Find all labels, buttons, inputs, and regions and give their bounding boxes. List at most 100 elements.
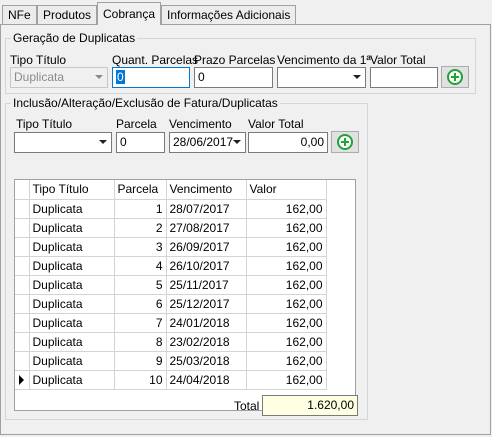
column-header-tipo-titulo[interactable]: Tipo Título xyxy=(29,180,115,200)
row-header[interactable] xyxy=(15,199,30,219)
cell-parcela: 8 xyxy=(114,332,167,352)
table-row[interactable]: Duplicata 10 24/04/2018 162,00 xyxy=(15,370,327,390)
cell-vencimento: 24/01/2018 xyxy=(166,313,247,333)
cell-vencimento: 24/04/2018 xyxy=(166,370,247,390)
cell-valor: 162,00 xyxy=(246,218,327,238)
row-header[interactable] xyxy=(15,218,30,238)
tipo-titulo-combo: Duplicata xyxy=(10,67,108,88)
valor-total-input[interactable] xyxy=(370,67,438,88)
chevron-down-icon xyxy=(95,75,103,79)
valor-total-label: Valor Total xyxy=(248,117,304,131)
prazo-parcelas-input[interactable]: 0 xyxy=(194,67,273,88)
prazo-parcelas-value: 0 xyxy=(198,70,205,84)
parcela-input[interactable]: 0 xyxy=(116,132,165,153)
cell-parcela: 5 xyxy=(114,275,167,295)
vencimento-label: Vencimento xyxy=(169,117,232,131)
table-row[interactable]: Duplicata 4 26/10/2017 162,00 xyxy=(15,256,327,276)
row-header[interactable] xyxy=(15,351,30,371)
cell-valor: 162,00 xyxy=(246,256,327,276)
cell-tipo: Duplicata xyxy=(29,294,115,314)
cell-vencimento: 28/07/2017 xyxy=(166,199,247,219)
cell-valor: 162,00 xyxy=(246,370,327,390)
cell-parcela: 2 xyxy=(114,218,167,238)
valor-total-label: Valor Total xyxy=(370,53,426,67)
row-header[interactable] xyxy=(15,332,30,352)
table-row[interactable]: Duplicata 9 25/03/2018 162,00 xyxy=(15,351,327,371)
column-header-valor[interactable]: Valor xyxy=(246,180,327,200)
cell-parcela: 7 xyxy=(114,313,167,333)
row-header[interactable] xyxy=(15,370,30,390)
group-title: Geração de Duplicatas xyxy=(11,31,138,45)
cell-valor: 162,00 xyxy=(246,237,327,257)
quant-parcelas-input[interactable]: 0 xyxy=(112,67,190,88)
duplicatas-grid[interactable]: Tipo Título Parcela Vencimento Valor Dup… xyxy=(14,179,356,411)
total-label: Total xyxy=(234,399,260,413)
tab-informacoes-adicionais[interactable]: Informações Adicionais xyxy=(161,5,297,25)
tipo-titulo-label: Tipo Título xyxy=(10,53,67,67)
tipo-titulo-value: Duplicata xyxy=(14,70,65,84)
cell-vencimento: 26/09/2017 xyxy=(166,237,247,257)
cell-parcela: 4 xyxy=(114,256,167,276)
row-header[interactable] xyxy=(15,256,30,276)
duplicatas-table: Tipo Título Parcela Vencimento Valor Dup… xyxy=(15,180,327,390)
group-title: Inclusão/Alteração/Exclusão de Fatura/Du… xyxy=(11,96,280,110)
tab-cobranca[interactable]: Cobrança xyxy=(97,2,162,25)
table-row[interactable]: Duplicata 8 23/02/2018 162,00 xyxy=(15,332,327,352)
chevron-down-icon xyxy=(99,140,107,144)
cell-parcela: 1 xyxy=(114,199,167,219)
cell-valor: 162,00 xyxy=(246,332,327,352)
cell-tipo: Duplicata xyxy=(29,332,115,352)
table-row[interactable]: Duplicata 1 28/07/2017 162,00 xyxy=(15,199,327,219)
cell-tipo: Duplicata xyxy=(29,256,115,276)
table-row[interactable]: Duplicata 7 24/01/2018 162,00 xyxy=(15,313,327,333)
cell-parcela: 6 xyxy=(114,294,167,314)
cell-valor: 162,00 xyxy=(246,294,327,314)
tab-label: NFe xyxy=(8,8,31,22)
cell-vencimento: 25/03/2018 xyxy=(166,351,247,371)
row-header[interactable] xyxy=(15,275,30,295)
add-circle-icon xyxy=(337,134,353,150)
total-value-field: 1.620,00 xyxy=(262,395,358,416)
table-row[interactable]: Duplicata 6 25/12/2017 162,00 xyxy=(15,294,327,314)
row-header[interactable] xyxy=(15,237,30,257)
row-header[interactable] xyxy=(15,313,30,333)
cell-tipo: Duplicata xyxy=(29,275,115,295)
tab-produtos[interactable]: Produtos xyxy=(37,5,98,25)
cell-valor: 162,00 xyxy=(246,275,327,295)
tab-label: Cobrança xyxy=(103,7,156,21)
tab-label: Produtos xyxy=(43,8,92,22)
valor-total-input[interactable]: 0,00 xyxy=(248,132,328,153)
cell-parcela: 9 xyxy=(114,351,167,371)
vencimento-primeira-combo[interactable] xyxy=(277,67,366,88)
table-header-row: Tipo Título Parcela Vencimento Valor xyxy=(15,180,327,200)
column-header-vencimento[interactable]: Vencimento xyxy=(166,180,247,200)
table-row[interactable]: Duplicata 3 26/09/2017 162,00 xyxy=(15,237,327,257)
table-row[interactable]: Duplicata 2 27/08/2017 162,00 xyxy=(15,218,327,238)
cell-vencimento: 23/02/2018 xyxy=(166,332,247,352)
tab-nfe[interactable]: NFe xyxy=(2,5,37,25)
cell-vencimento: 25/11/2017 xyxy=(166,275,247,295)
gerar-duplicatas-button[interactable] xyxy=(441,66,469,88)
total-value: 1.620,00 xyxy=(307,398,354,412)
cell-tipo: Duplicata xyxy=(29,199,115,219)
quant-parcelas-value: 0 xyxy=(116,70,125,84)
cell-vencimento: 26/10/2017 xyxy=(166,256,247,276)
cell-valor: 162,00 xyxy=(246,313,327,333)
column-header-parcela[interactable]: Parcela xyxy=(114,180,167,200)
row-header[interactable] xyxy=(15,294,30,314)
vencimento-datepicker[interactable]: 28/06/2017 xyxy=(169,132,246,153)
tipo-titulo-combo[interactable] xyxy=(14,132,112,153)
cell-tipo: Duplicata xyxy=(29,218,115,238)
add-duplicata-button[interactable] xyxy=(331,131,359,153)
tab-label: Informações Adicionais xyxy=(167,8,291,22)
chevron-down-icon xyxy=(353,75,361,79)
table-row[interactable]: Duplicata 5 25/11/2017 162,00 xyxy=(15,275,327,295)
cell-tipo: Duplicata xyxy=(29,313,115,333)
cell-valor: 162,00 xyxy=(246,351,327,371)
prazo-parcelas-label: Prazo Parcelas xyxy=(194,53,276,67)
cell-tipo: Duplicata xyxy=(29,351,115,371)
tab-page-cobranca: Geração de Duplicatas Tipo Título Duplic… xyxy=(0,24,491,435)
vencimento-primeira-label: Vencimento da 1ª xyxy=(277,53,371,67)
cell-tipo: Duplicata xyxy=(29,237,115,257)
parcela-label: Parcela xyxy=(116,117,157,131)
